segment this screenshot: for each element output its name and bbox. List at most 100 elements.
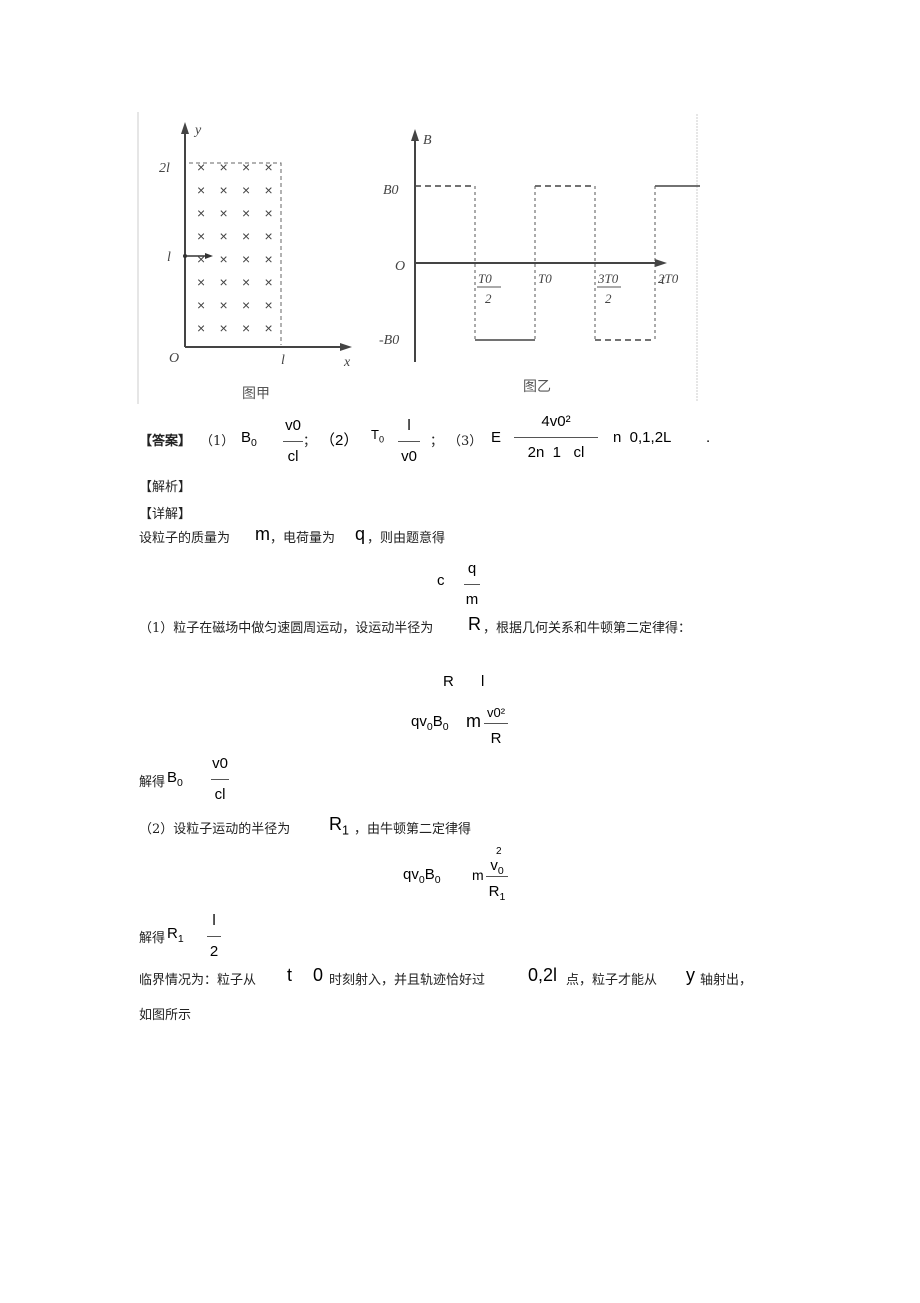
field-cross: × [265, 320, 273, 336]
solution-label: 解得 [139, 931, 166, 946]
field-cross: × [242, 205, 250, 221]
field-cross: × [265, 297, 273, 313]
field-cross: × [242, 320, 250, 336]
field-cross: × [242, 228, 250, 244]
figure-right-svg: T02T03T022T05T02 B B0 O -B0 t 图乙 [379, 114, 700, 402]
field-cross: × [242, 182, 250, 198]
fraction-bar [464, 584, 480, 585]
field-cross: × [220, 182, 228, 198]
part1-text-2: ，根据几何关系和牛顿第二定律得： [483, 621, 692, 636]
fraction-numerator: v0 [490, 857, 504, 877]
fraction-numerator: v0 [212, 755, 228, 772]
figure-left-svg: × × × ×× × × ×× × × ×× × × ×× × × ×× × × ×× × × ×× × × × y 2l l … [137, 112, 352, 404]
answer-part1-fraction: v0 cl [283, 417, 303, 466]
x-axis-label: x [343, 355, 351, 370]
intro-text-1: 设粒子的质量为 [139, 531, 231, 546]
fraction-denominator: 2 [209, 943, 219, 960]
separator: ； [430, 434, 444, 449]
analysis-label: 【解析】 [139, 480, 192, 495]
b0-label: B0 [383, 183, 399, 198]
critical-text-3: 点，粒子才能从 [566, 973, 658, 988]
field-cross: × [220, 251, 228, 267]
field-cross: × [197, 205, 205, 221]
answer-end: . [706, 429, 711, 446]
eq-lhs: qv0B0 [403, 866, 441, 886]
field-cross: × [220, 228, 228, 244]
fraction-numerator: v0² [486, 705, 506, 720]
t-axis-arrow [655, 259, 667, 267]
field-crosses: × × × × × × × × × × × × × × × × × × × × × × × × × × × × × × × × [197, 159, 273, 336]
fraction-bar [484, 723, 508, 724]
field-cross: × [242, 159, 250, 175]
fraction-numerator: l [407, 417, 411, 434]
part2-text-1: （2）设粒子运动的半径为 [139, 822, 291, 837]
fraction-numerator: q [467, 560, 477, 577]
eq-fraction: q m [464, 560, 480, 609]
solution-fraction: l 2 [207, 912, 221, 961]
t-tick-label: T0 [538, 271, 552, 286]
symbol-m: m [255, 524, 270, 544]
answer-part3-label: （3） [448, 434, 483, 449]
t-tick-label: 3T0 [597, 271, 619, 286]
solution-lhs: B0 [167, 769, 183, 789]
y-tick-l: l [167, 250, 171, 265]
figure-left: × × × × × × × × × × × × × × × × × × × × × × × × × × × × × × × × y 2l l … [137, 112, 377, 407]
part2-text-2: ，由牛顿第二定律得 [354, 822, 472, 837]
eq-rhs: l [481, 673, 485, 690]
answer-part2-label: （2） [320, 432, 359, 449]
symbol-t: t [287, 965, 293, 985]
field-cross: × [197, 228, 205, 244]
field-cross: × [220, 274, 228, 290]
fraction-denominator: m [465, 591, 479, 608]
eq-lhs: qv0B0 [411, 713, 449, 733]
field-cross: × [265, 159, 273, 175]
fraction-numerator: l [212, 912, 216, 929]
field-cross: × [242, 274, 250, 290]
t-tick-label: T0 [478, 271, 492, 286]
eq-lhs: c [437, 572, 445, 589]
separator: ； [303, 434, 317, 449]
field-cross: × [197, 182, 205, 198]
field-cross: × [197, 320, 205, 336]
fraction-numerator: 4v0² [541, 413, 571, 430]
y-tick-2l: 2l [159, 161, 170, 176]
critical-text-1: 临界情况为：粒子从 [139, 973, 257, 988]
field-cross: × [265, 205, 273, 221]
detail-label: 【详解】 [139, 507, 192, 522]
symbol-m: m [472, 867, 484, 883]
field-cross: × [220, 297, 228, 313]
answer-part3-lhs: E [491, 429, 502, 446]
field-cross: × [242, 297, 250, 313]
solution-lhs: R1 [167, 925, 184, 945]
neg-b0-label: -B0 [379, 333, 399, 348]
field-cross: × [265, 182, 273, 198]
fraction-denominator: R [490, 730, 502, 747]
fraction-bar [283, 441, 303, 442]
fraction-bar [398, 441, 420, 442]
symbol-y: y [686, 965, 695, 985]
figure-left-caption: 图甲 [242, 386, 270, 402]
velocity-arrowhead [205, 253, 213, 259]
symbol-R: R [468, 614, 481, 634]
answer-label: 【答案】 [139, 434, 192, 449]
t-ticks: T02T03T022T05T02 [477, 271, 679, 306]
field-cross: × [197, 297, 205, 313]
fraction-numerator: v0 [285, 417, 301, 434]
field-cross: × [197, 274, 205, 290]
y-axis-arrow [181, 122, 189, 134]
answer-part1-lhs: B0 [241, 429, 257, 449]
value-zero: 0 [313, 965, 324, 985]
b-axis-arrow [411, 129, 419, 141]
fraction-bar [207, 936, 221, 937]
fraction-denominator: 2n 1 cl [527, 444, 585, 461]
figure-right: T02T03T022T05T02 B B0 O -B0 t 图乙 [375, 112, 700, 407]
fraction-denominator: cl [214, 786, 226, 803]
field-cross: × [220, 320, 228, 336]
part1-text-1: （1）粒子在磁场中做匀速圆周运动，设运动半径为 [139, 621, 434, 636]
superscript-2: 2 [496, 846, 502, 857]
intro-text-2: ，电荷量为 [270, 531, 336, 546]
field-cross: × [265, 274, 273, 290]
field-cross: × [265, 228, 273, 244]
answer-part3-fraction: 4v0² 2n 1 cl [514, 413, 598, 462]
field-cross: × [220, 205, 228, 221]
